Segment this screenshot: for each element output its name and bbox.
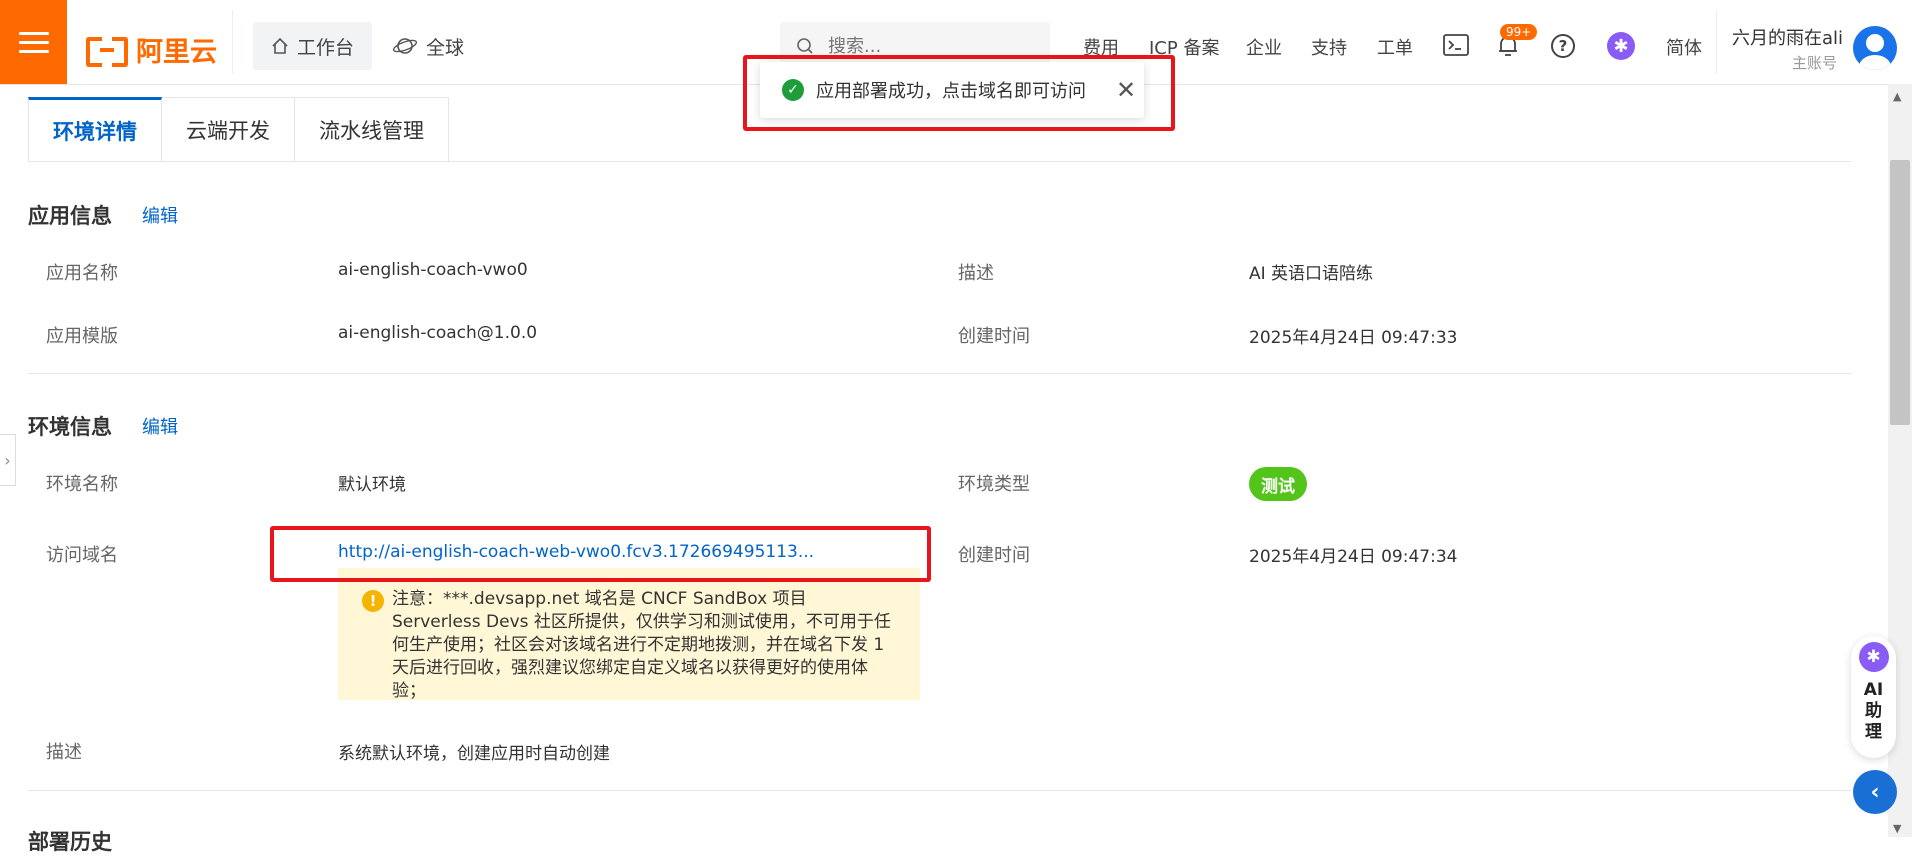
app-name-value: ai-english-coach-vwo0: [338, 260, 528, 280]
env-desc-label: 描述: [46, 742, 82, 763]
divider: [1716, 10, 1717, 74]
scroll-down-icon[interactable]: ▼: [1893, 822, 1901, 835]
nav-ticket[interactable]: 工单: [1377, 34, 1413, 60]
toast-message: 应用部署成功，点击域名即可访问: [816, 81, 1086, 102]
deploy-history-title: 部署历史: [28, 830, 112, 854]
domain-label: 访问域名: [46, 545, 118, 566]
ai-sparkle-icon[interactable]: ✱: [1607, 32, 1635, 60]
close-icon[interactable]: ✕: [1116, 76, 1136, 104]
env-created-value: 2025年4月24日 09:47:34: [1249, 547, 1458, 567]
aliyun-logo[interactable]: 阿里云: [86, 30, 217, 69]
tab-env-details[interactable]: 环境详情: [28, 97, 162, 162]
tab-divider: [28, 161, 1851, 162]
region-label: 全球: [426, 36, 465, 59]
app-name-label: 应用名称: [46, 263, 118, 284]
check-circle-icon: ✓: [782, 79, 804, 101]
collapse-panel-button[interactable]: ‹: [1853, 770, 1897, 814]
language-switch[interactable]: 简体: [1666, 34, 1702, 60]
aliyun-logo-icon: [86, 36, 128, 67]
notification-badge: 99+: [1500, 24, 1538, 40]
env-type-label: 环境类型: [958, 474, 1030, 495]
env-name-value: 默认环境: [338, 475, 406, 495]
scrollbar-thumb[interactable]: [1890, 160, 1910, 425]
region-selector[interactable]: 全球: [392, 22, 464, 70]
env-desc-value: 系统默认环境，创建应用时自动创建: [338, 744, 610, 764]
env-name-label: 环境名称: [46, 474, 118, 495]
ai-assistant-label: AI助理: [1863, 680, 1884, 742]
ai-assistant-button[interactable]: ✱ AI助理: [1851, 636, 1896, 758]
app-desc-label: 描述: [958, 263, 994, 284]
globe-icon: [392, 38, 418, 54]
notice-text: 注意：***.devsapp.net 域名是 CNCF SandBox 项目 S…: [392, 589, 891, 701]
search-icon: [797, 38, 813, 54]
env-created-label: 创建时间: [958, 545, 1030, 566]
section-divider: [28, 373, 1851, 374]
workbench-button[interactable]: 工作台: [253, 22, 373, 70]
avatar[interactable]: [1853, 26, 1897, 70]
nav-support[interactable]: 支持: [1311, 34, 1347, 60]
user-role: 主账号: [1792, 54, 1838, 72]
app-desc-value: AI 英语口语陪练: [1249, 264, 1374, 284]
env-type-tag: 测试: [1249, 467, 1307, 501]
tab-pipeline[interactable]: 流水线管理: [295, 97, 449, 162]
divider: [232, 10, 233, 74]
env-info-title: 环境信息: [28, 415, 112, 439]
app-template-value: ai-english-coach@1.0.0: [338, 323, 538, 343]
workbench-label: 工作台: [297, 36, 355, 59]
hamburger-menu-icon[interactable]: [0, 0, 67, 84]
app-info-edit-link[interactable]: 编辑: [142, 202, 178, 228]
tab-cloud-dev[interactable]: 云端开发: [162, 97, 295, 162]
app-created-label: 创建时间: [958, 326, 1030, 347]
nav-enterprise[interactable]: 企业: [1246, 34, 1282, 60]
warning-icon: !: [362, 590, 384, 612]
app-created-value: 2025年4月24日 09:47:33: [1249, 328, 1458, 348]
home-icon: [272, 37, 288, 54]
tab-bar: 环境详情 云端开发 流水线管理: [28, 97, 449, 162]
success-toast: ✓ 应用部署成功，点击域名即可访问 ✕: [760, 62, 1144, 118]
app-info-title: 应用信息: [28, 204, 112, 228]
ai-assistant-icon: ✱: [1858, 642, 1889, 672]
user-name[interactable]: 六月的雨在ali: [1732, 24, 1843, 50]
help-icon[interactable]: ?: [1551, 34, 1575, 58]
env-info-edit-link[interactable]: 编辑: [142, 413, 178, 439]
app-template-label: 应用模版: [46, 326, 118, 347]
terminal-icon[interactable]: [1443, 34, 1469, 56]
scroll-up-icon[interactable]: ▲: [1893, 90, 1901, 103]
domain-notice: ! 注意：***.devsapp.net 域名是 CNCF SandBox 项目…: [338, 568, 920, 701]
chevron-right-icon[interactable]: ›: [0, 434, 16, 486]
section-divider: [28, 790, 1851, 791]
domain-highlight-box: [270, 526, 931, 582]
logo-text: 阿里云: [136, 37, 217, 68]
